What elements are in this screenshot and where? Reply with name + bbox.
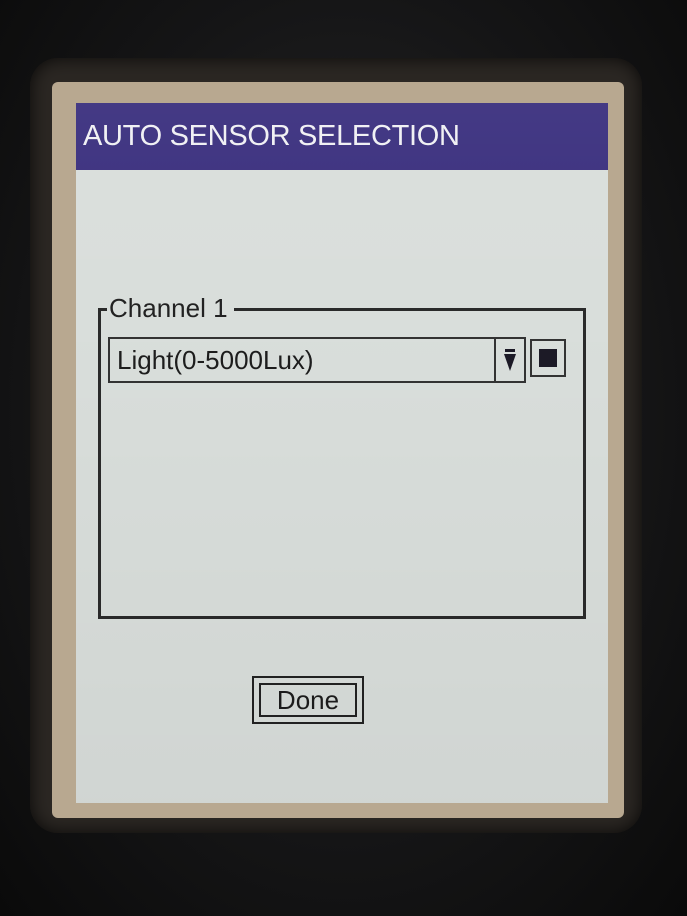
channel-color-button[interactable] <box>530 339 566 377</box>
lcd-screen: AUTO SENSOR SELECTION Channel 1 Light(0-… <box>76 103 608 803</box>
channel-group-label: Channel 1 <box>107 293 234 324</box>
done-button[interactable]: Done <box>252 676 364 724</box>
calculator-device: AUTO SENSOR SELECTION Channel 1 Light(0-… <box>0 0 687 916</box>
window-title: AUTO SENSOR SELECTION <box>83 120 460 152</box>
sensor-dropdown[interactable]: Light(0-5000Lux) <box>108 337 526 383</box>
sensor-dropdown-value: Light(0-5000Lux) <box>117 345 314 375</box>
dropdown-arrow-button[interactable] <box>494 339 524 381</box>
done-button-label: Done <box>276 684 340 715</box>
title-bar: AUTO SENSOR SELECTION <box>76 103 608 170</box>
done-button-inner: Done <box>259 683 357 717</box>
chevron-down-icon <box>504 349 516 371</box>
color-swatch-icon <box>539 349 557 367</box>
